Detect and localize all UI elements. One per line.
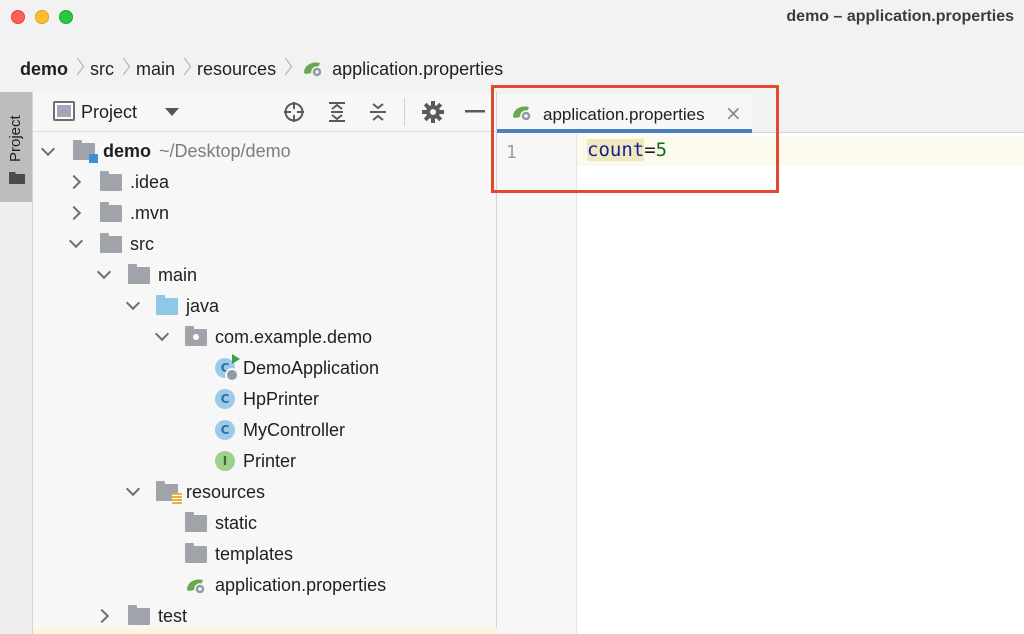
zoom-window-button[interactable]: [59, 10, 73, 24]
project-panel: Project demo ~/Desktop/demo .idea .mvn s…: [33, 92, 497, 634]
tree-item-label: src: [130, 233, 154, 254]
tree-item-my-controller[interactable]: C MyController: [215, 415, 345, 445]
tree-item-test[interactable]: test: [97, 601, 187, 631]
tree-item-label: resources: [186, 481, 266, 502]
class-icon: C: [215, 389, 235, 409]
tree-item-main[interactable]: main: [97, 260, 197, 290]
chevron-right-icon[interactable]: [69, 174, 85, 190]
folder-icon: [9, 170, 25, 189]
module-folder-icon: [73, 139, 98, 163]
chevron-right-icon: [280, 58, 290, 80]
chevron-right-icon: [118, 58, 128, 80]
breadcrumb-item-src[interactable]: src: [90, 59, 114, 80]
tree-item-src[interactable]: src: [69, 229, 154, 259]
chevron-down-icon[interactable]: [41, 143, 57, 159]
breadcrumb: demo src main resources application.prop…: [0, 50, 1024, 88]
chevron-down-icon[interactable]: [155, 328, 171, 344]
breadcrumb-item-demo[interactable]: demo: [20, 59, 68, 80]
chevron-right-icon[interactable]: [97, 608, 113, 624]
tree-item-demo[interactable]: demo ~/Desktop/demo: [41, 136, 291, 166]
tree-item-label: static: [215, 512, 258, 533]
tree-item-label: .idea: [130, 171, 170, 192]
project-view-icon: [53, 101, 75, 121]
tree-item-printer[interactable]: I Printer: [215, 446, 296, 476]
tree-item-demo-application[interactable]: C DemoApplication: [215, 353, 379, 383]
tool-window-strip: Project: [0, 92, 33, 634]
hide-panel-icon[interactable]: [463, 100, 487, 124]
interface-icon: I: [215, 451, 235, 471]
close-window-button[interactable]: [11, 10, 25, 24]
line-number-gutter: 1: [497, 134, 577, 634]
tree-item-resources[interactable]: resources: [126, 477, 265, 507]
header-divider: [404, 98, 405, 126]
chevron-down-icon[interactable]: [97, 266, 113, 282]
locate-file-icon[interactable]: [282, 100, 306, 124]
tree-item-idea[interactable]: .idea: [69, 167, 169, 197]
chevron-down-icon[interactable]: [69, 235, 85, 251]
tree-item-label: Printer: [243, 450, 297, 471]
spring-properties-icon: [302, 59, 326, 79]
tree-item-label: demo: [103, 140, 152, 161]
tree-item-label: main: [158, 264, 198, 285]
project-tool-tab[interactable]: Project: [0, 92, 32, 202]
folder-icon: [100, 170, 122, 191]
folder-icon: [185, 542, 207, 563]
tree-item-label: .mvn: [130, 202, 170, 223]
tree-item-label: MyController: [243, 419, 346, 440]
folder-icon: [100, 232, 122, 253]
breadcrumb-item-resources[interactable]: resources: [197, 59, 276, 80]
tree-item-hp-printer[interactable]: C HpPrinter: [215, 384, 319, 414]
folder-icon: [185, 511, 207, 532]
tree-item-label: HpPrinter: [243, 388, 320, 409]
minimize-window-button[interactable]: [35, 10, 49, 24]
tree-item-application-properties[interactable]: application.properties: [185, 570, 386, 600]
collapse-all-icon[interactable]: [366, 100, 390, 124]
tree-item-path: ~/Desktop/demo: [159, 140, 291, 161]
tree-item-label: application.properties: [215, 574, 387, 595]
status-strip: [33, 628, 497, 634]
spring-properties-icon: [185, 576, 207, 595]
highlight-annotation-box: [491, 85, 779, 193]
package-icon: [185, 325, 207, 346]
resources-folder-icon: [156, 480, 182, 504]
tree-item-java[interactable]: java: [126, 291, 219, 321]
title-bar: demo – application.properties: [0, 0, 1024, 36]
tree-item-label: com.example.demo: [215, 326, 373, 347]
tree-item-label: test: [158, 605, 188, 626]
tree-item-mvn[interactable]: .mvn: [69, 198, 169, 228]
chevron-down-icon[interactable]: [126, 297, 142, 313]
window-title: demo – application.properties: [786, 8, 1014, 25]
class-icon: C: [215, 420, 235, 440]
tree-item-label: java: [186, 295, 220, 316]
runnable-class-icon: C: [215, 354, 240, 382]
breadcrumb-item-main[interactable]: main: [136, 59, 175, 80]
folder-icon: [128, 604, 150, 625]
tree-item-package[interactable]: com.example.demo: [155, 322, 372, 352]
expand-all-icon[interactable]: [325, 100, 349, 124]
chevron-down-icon[interactable]: [126, 483, 142, 499]
gear-icon[interactable]: [421, 100, 445, 124]
chevron-right-icon: [179, 58, 189, 80]
project-panel-title[interactable]: Project: [81, 102, 137, 123]
chevron-right-icon[interactable]: [69, 205, 85, 221]
chevron-right-icon: [72, 58, 82, 80]
breadcrumb-item-application-properties[interactable]: application.properties: [332, 59, 503, 80]
tree-item-templates[interactable]: templates: [185, 539, 293, 569]
tree-item-label: templates: [215, 543, 294, 564]
folder-icon: [100, 201, 122, 222]
source-folder-icon: [156, 294, 178, 315]
tree-item-static[interactable]: static: [185, 508, 257, 538]
chevron-down-icon[interactable]: [165, 108, 179, 116]
tree-item-label: DemoApplication: [243, 357, 380, 378]
project-panel-header: Project: [33, 92, 497, 132]
project-tool-label: Project: [7, 115, 24, 162]
folder-icon: [128, 263, 150, 284]
